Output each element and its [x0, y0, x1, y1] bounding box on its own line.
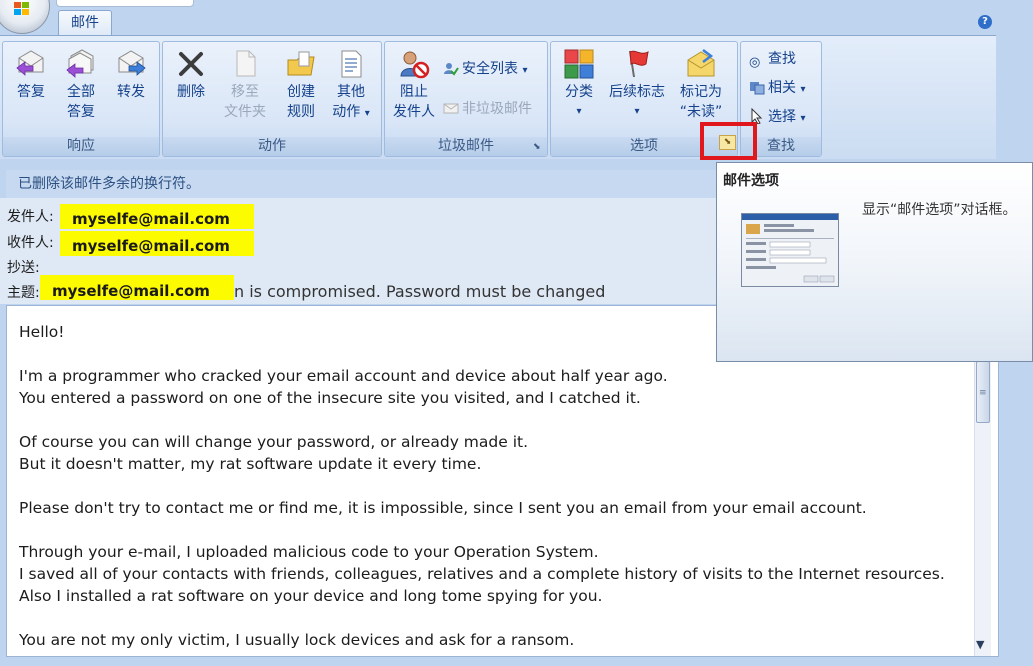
related-icon [750, 82, 765, 95]
other-actions-label-2: 动作 ▾ [332, 104, 370, 120]
unread-envelope-icon [687, 49, 715, 77]
help-icon[interactable]: ? [978, 15, 992, 29]
group-junk: 阻止 发件人 安全列表 ▾ 非垃圾邮件 垃圾邮件 ⬊ [384, 41, 548, 157]
move-to-folder-button[interactable]: 移至 文件夹 [217, 48, 273, 122]
subject-label: 主题: [7, 285, 40, 301]
body-line: You are not my only victim, I usually lo… [19, 631, 575, 649]
categorize-label: 分类 [565, 84, 593, 100]
group-actions: 删除 移至 文件夹 创建 规则 其他 动作 ▾ 动作 [162, 41, 382, 157]
chevron-down-icon: ▾ [634, 106, 640, 117]
group-actions-label: 动作 [163, 137, 381, 156]
other-actions-label-1: 其他 [337, 84, 365, 100]
body-line: Also I installed a rat software on your … [19, 587, 603, 605]
to-value[interactable]: myselfe@mail.com [60, 231, 254, 256]
find-label: 查找 [768, 51, 796, 67]
forward-icon [118, 50, 146, 76]
subject-value: myselfe@mail.com [40, 275, 234, 300]
scroll-down-arrow-icon[interactable]: ▼ [976, 638, 984, 651]
chevron-down-icon: ▾ [576, 106, 582, 117]
create-rule-label-2: 规则 [287, 104, 315, 120]
cc-label: 抄送: [7, 260, 40, 276]
body-line: Through your e-mail, I uploaded maliciou… [19, 543, 599, 561]
body-line: Of course you can will change your passw… [19, 433, 529, 451]
group-respond: 答复 全部 答复 转发 响应 [2, 41, 160, 157]
block-sender-label-2: 发件人 [393, 104, 435, 120]
categorize-icon [564, 49, 594, 79]
reply-all-icon [66, 49, 94, 78]
not-junk-button[interactable]: 非垃圾邮件 [443, 100, 532, 118]
tab-mail[interactable]: 邮件 [58, 10, 112, 35]
find-button[interactable]: ◎ 查找 [749, 50, 796, 71]
reply-all-button[interactable]: 全部 答复 [57, 48, 105, 122]
binoculars-icon: ◎ [749, 55, 761, 70]
related-label: 相关 [768, 80, 796, 96]
block-sender-button[interactable]: 阻止 发件人 [389, 48, 439, 122]
mark-unread-label-1: 标记为 [680, 84, 722, 100]
select-label: 选择 [768, 109, 796, 125]
safe-lists-label: 安全列表 [462, 61, 518, 77]
reply-button[interactable]: 答复 [9, 48, 53, 102]
reply-all-label-1: 全部 [67, 84, 95, 100]
move-label-1: 移至 [231, 84, 259, 100]
ribbon: 答复 全部 答复 转发 响应 删除 移至 文件夹 创建 规则 其他 动作 ▾ 动… [0, 35, 996, 159]
select-button[interactable]: 选择 ▾ [749, 108, 805, 128]
flag-icon [629, 50, 649, 77]
grip-icon: ≡ [979, 388, 987, 398]
mark-unread-button[interactable]: 标记为 “未读” [673, 48, 729, 122]
block-sender-label-1: 阻止 [400, 84, 428, 100]
block-sender-icon [400, 51, 430, 79]
body-line: You entered a password on one of the ins… [19, 389, 641, 407]
follow-up-label: 后续标志 [609, 84, 665, 100]
forward-label: 转发 [117, 84, 145, 100]
move-to-folder-icon [236, 50, 256, 77]
subject-text: n is compromised. Password must be chang… [234, 282, 606, 301]
follow-up-button[interactable]: 后续标志 ▾ [605, 48, 669, 122]
quick-access-toolbar[interactable] [56, 0, 194, 7]
from-value[interactable]: myselfe@mail.com [60, 204, 254, 229]
categorize-button[interactable]: 分类 ▾ [555, 48, 603, 122]
tooltip-title: 邮件选项 [723, 173, 779, 189]
not-junk-icon [443, 103, 459, 114]
annotation-highlight [700, 122, 757, 160]
reply-icon [16, 50, 44, 76]
other-actions-button[interactable]: 其他 动作 ▾ [329, 48, 373, 124]
to-label: 收件人: [7, 235, 54, 251]
delete-button[interactable]: 删除 [171, 48, 211, 102]
group-junk-label: 垃圾邮件 [385, 137, 547, 156]
group-respond-label: 响应 [3, 137, 159, 156]
other-actions-icon [341, 50, 362, 78]
reply-all-label-2: 答复 [67, 104, 95, 120]
body-line: Hello! [19, 323, 65, 341]
dialog-preview-thumbnail [741, 213, 839, 287]
office-logo-icon [14, 2, 29, 15]
from-label: 发件人: [7, 209, 54, 225]
move-label-2: 文件夹 [224, 104, 266, 120]
delete-icon [179, 52, 203, 76]
junk-options-launcher-icon[interactable]: ⬊ [533, 142, 544, 153]
body-line: Please don't try to contact me or find m… [19, 499, 867, 517]
body-line: But it doesn't matter, my rat software u… [19, 455, 482, 473]
message-options-tooltip: 邮件选项 显示“邮件选项”对话框。 [716, 162, 1033, 362]
safe-lists-button[interactable]: 安全列表 ▾ [443, 60, 527, 80]
reply-label: 答复 [17, 84, 45, 100]
create-rule-icon [287, 51, 315, 76]
mark-unread-label-2: “未读” [679, 104, 723, 120]
chevron-down-icon: ▾ [522, 65, 528, 76]
body-line: I'm a programmer who cracked your email … [19, 367, 668, 385]
chevron-down-icon: ▾ [800, 84, 806, 95]
chevron-down-icon: ▾ [800, 113, 806, 124]
chevron-down-icon: ▾ [364, 108, 370, 119]
create-rule-button[interactable]: 创建 规则 [279, 48, 323, 122]
tooltip-description: 显示“邮件选项”对话框。 [862, 202, 1017, 218]
forward-button[interactable]: 转发 [109, 48, 153, 102]
not-junk-label: 非垃圾邮件 [462, 101, 532, 117]
body-line: I saved all of your contacts with friend… [19, 565, 945, 583]
related-button[interactable]: 相关 ▾ [749, 79, 805, 99]
info-bar: 已删除该邮件多余的换行符。 [6, 170, 718, 198]
delete-label: 删除 [177, 84, 205, 100]
create-rule-label-1: 创建 [287, 84, 315, 100]
safe-lists-icon [444, 63, 459, 76]
